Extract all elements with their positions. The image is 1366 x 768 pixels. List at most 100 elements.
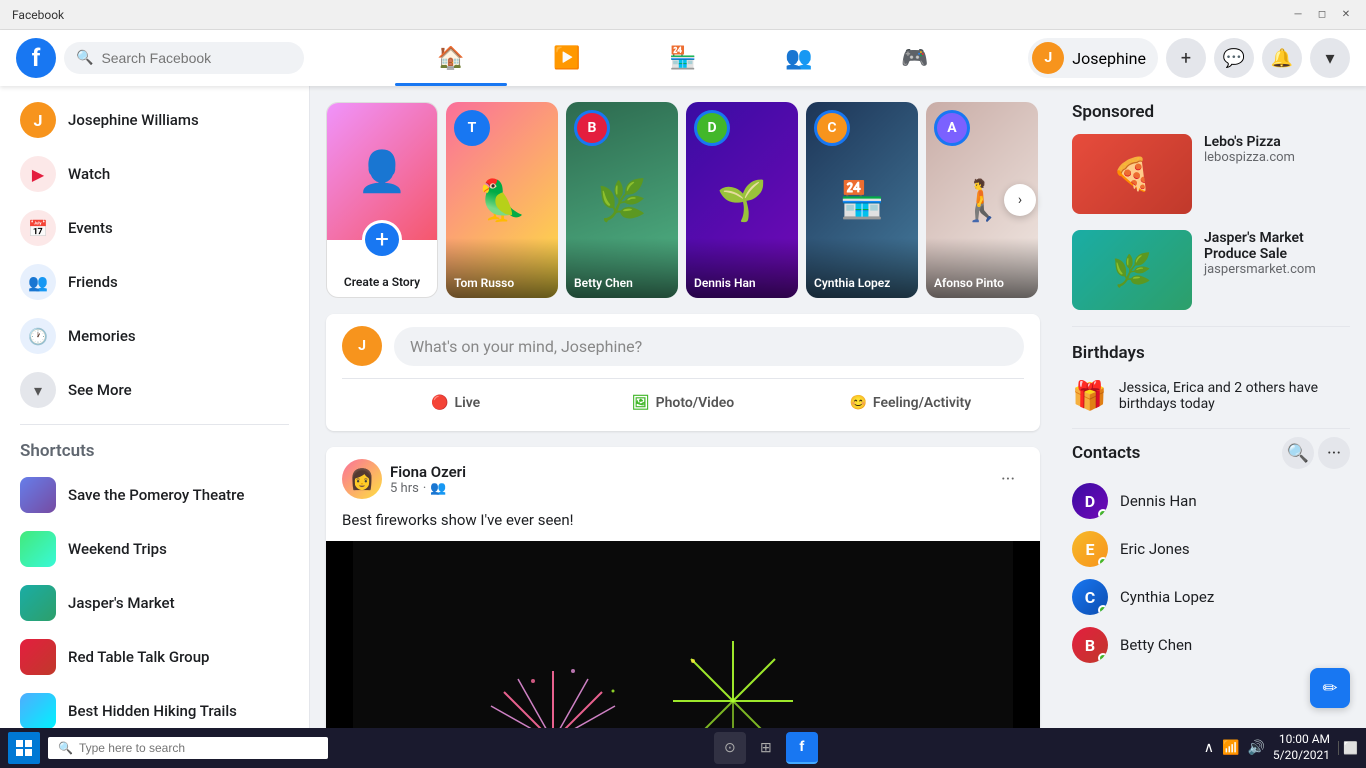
nav-home[interactable]: 🏠 xyxy=(395,34,507,82)
dennis-avatar: D xyxy=(694,110,730,146)
cynthia-contact-name: Cynthia Lopez xyxy=(1120,588,1214,606)
see-more-label: See More xyxy=(68,381,132,399)
watch-icon: ▶️ xyxy=(553,46,580,71)
network-icon[interactable]: 📶 xyxy=(1222,740,1239,756)
home-icon: 🏠 xyxy=(437,46,464,71)
contacts-search-button[interactable]: 🔍 xyxy=(1282,437,1314,469)
ad-lebo[interactable]: 🍕 Lebo's Pizza lebospizza.com xyxy=(1072,134,1350,214)
contact-dennis[interactable]: D Dennis Han xyxy=(1072,477,1350,525)
photo-video-button[interactable]: 🖼 Photo/Video xyxy=(569,387,796,419)
shortcut-weekend[interactable]: Weekend Trips xyxy=(8,523,301,575)
new-chat-button[interactable]: ✏ xyxy=(1310,668,1350,708)
create-story-card[interactable]: 👤 + Create a Story xyxy=(326,102,438,298)
post-dot: · xyxy=(423,481,426,496)
post-more-button[interactable]: ··· xyxy=(992,463,1024,495)
ad-jasper[interactable]: 🌿 Jasper's Market Produce Sale jaspersma… xyxy=(1072,230,1350,310)
user-sidebar-avatar: J xyxy=(20,102,56,138)
taskbar-search-input[interactable] xyxy=(79,741,318,755)
birthdays-title: Birthdays xyxy=(1072,343,1350,363)
red-table-icon xyxy=(20,639,56,675)
composer-input[interactable]: What's on your mind, Josephine? xyxy=(394,327,1024,366)
contacts-more-button[interactable]: ··· xyxy=(1318,437,1350,469)
shortcut-red-table[interactable]: Red Table Talk Group xyxy=(8,631,301,683)
taskbar-center: ⊙ ⊞ f xyxy=(714,732,818,764)
story-tom[interactable]: 🦜 T Tom Russo xyxy=(446,102,558,298)
facebook-logo[interactable]: f xyxy=(16,38,56,78)
cynthia-contact-avatar: C xyxy=(1072,579,1108,615)
feeling-label: Feeling/Activity xyxy=(873,395,971,411)
post-header: 👩 Fiona Ozeri 5 hrs · 👥 ··· xyxy=(326,447,1040,511)
weekend-label: Weekend Trips xyxy=(68,540,167,558)
sidebar-item-friends[interactable]: 👥 Friends xyxy=(8,256,301,308)
main-layout: J Josephine Williams ▶ Watch 📅 Events 👥 … xyxy=(0,86,1366,728)
window-title: Facebook xyxy=(12,8,64,22)
post-audience-icon: 👥 xyxy=(430,481,446,496)
notifications-button[interactable]: 🔔 xyxy=(1262,38,1302,78)
taskbar-facebook-app[interactable]: f xyxy=(786,732,818,764)
lebo-ad-info: Lebo's Pizza lebospizza.com xyxy=(1204,134,1295,214)
window-chrome: Facebook ─ ◻ ✕ xyxy=(0,0,1366,30)
sidebar-left: J Josephine Williams ▶ Watch 📅 Events 👥 … xyxy=(0,86,310,728)
user-pill[interactable]: J Josephine xyxy=(1028,38,1158,78)
betty-contact-name: Betty Chen xyxy=(1120,636,1192,654)
nav-marketplace[interactable]: 🏪 xyxy=(627,34,739,82)
nav-groups[interactable]: 👥 xyxy=(743,34,855,82)
clock[interactable]: 10:00 AM 5/20/2021 xyxy=(1273,732,1330,763)
sidebar-item-watch[interactable]: ▶ Watch xyxy=(8,148,301,200)
maximize-button[interactable]: ◻ xyxy=(1314,7,1330,23)
start-button[interactable] xyxy=(8,732,40,764)
contact-cynthia[interactable]: C Cynthia Lopez xyxy=(1072,573,1350,621)
friends-label: Friends xyxy=(68,273,118,291)
add-button[interactable]: + xyxy=(1166,38,1206,78)
close-button[interactable]: ✕ xyxy=(1338,7,1354,23)
navbar-left: f 🔍 xyxy=(16,38,304,78)
windows-logo xyxy=(16,740,32,756)
messenger-button[interactable]: 💬 xyxy=(1214,38,1254,78)
sidebar-item-events[interactable]: 📅 Events xyxy=(8,202,301,254)
birthday-icon: 🎁 xyxy=(1072,379,1107,412)
volume-icon[interactable]: 🔊 xyxy=(1247,740,1264,756)
eric-online-indicator xyxy=(1098,557,1108,567)
show-desktop-icon[interactable]: ⬜ xyxy=(1338,741,1358,755)
taskbar-task-view[interactable]: ⊞ xyxy=(750,732,782,764)
stories-next-button[interactable]: › xyxy=(1004,184,1036,216)
story-betty[interactable]: 🌿 B Betty Chen xyxy=(566,102,678,298)
feeling-button[interactable]: 😊 Feeling/Activity xyxy=(797,387,1024,419)
post-avatar: 👩 xyxy=(342,459,382,499)
live-icon: 🔴 xyxy=(431,395,448,411)
contact-eric[interactable]: E Eric Jones xyxy=(1072,525,1350,573)
jasper-name: Jasper's Market Produce Sale xyxy=(1204,230,1350,262)
shortcut-jasper[interactable]: Jasper's Market xyxy=(8,577,301,629)
chevron-up-icon[interactable]: ∧ xyxy=(1204,740,1214,756)
story-cynthia[interactable]: 🏪 C Cynthia Lopez xyxy=(806,102,918,298)
afonso-name: Afonso Pinto xyxy=(934,276,1034,290)
minimize-button[interactable]: ─ xyxy=(1290,7,1306,23)
post-text: Best fireworks show I've ever seen! xyxy=(326,511,1040,541)
shortcut-hiking[interactable]: Best Hidden Hiking Trails xyxy=(8,685,301,728)
contact-betty[interactable]: B Betty Chen xyxy=(1072,621,1350,669)
friends-sidebar-icon: 👥 xyxy=(20,264,56,300)
live-label: Live xyxy=(455,395,481,411)
system-icons: ∧ 📶 🔊 xyxy=(1204,740,1265,756)
nav-watch[interactable]: ▶️ xyxy=(511,34,623,82)
taskbar-search-bar[interactable]: 🔍 xyxy=(48,737,328,759)
search-input[interactable] xyxy=(101,50,292,66)
marketplace-icon: 🏪 xyxy=(669,46,696,71)
nav-gaming[interactable]: 🎮 xyxy=(859,34,971,82)
shortcut-pomeroy[interactable]: Save the Pomeroy Theatre xyxy=(8,469,301,521)
taskbar-cortana[interactable]: ⊙ xyxy=(714,732,746,764)
account-menu-button[interactable]: ▾ xyxy=(1310,38,1350,78)
sidebar-item-see-more[interactable]: ▾ See More xyxy=(8,364,301,416)
live-button[interactable]: 🔴 Live xyxy=(342,387,569,419)
events-label: Events xyxy=(68,219,113,237)
lebo-ad-image: 🍕 xyxy=(1072,134,1192,214)
contacts-title: Contacts xyxy=(1072,443,1140,463)
afonso-avatar: A xyxy=(934,110,970,146)
sidebar-item-memories[interactable]: 🕐 Memories xyxy=(8,310,301,362)
sidebar-item-user[interactable]: J Josephine Williams xyxy=(8,94,301,146)
composer-actions: 🔴 Live 🖼 Photo/Video 😊 Feeling/Activity xyxy=(342,378,1024,419)
story-dennis[interactable]: 🌱 D Dennis Han xyxy=(686,102,798,298)
post-card: 👩 Fiona Ozeri 5 hrs · 👥 ··· Best firewor… xyxy=(326,447,1040,728)
contacts-header: Contacts 🔍 ··· xyxy=(1072,437,1350,469)
search-bar[interactable]: 🔍 xyxy=(64,42,304,74)
